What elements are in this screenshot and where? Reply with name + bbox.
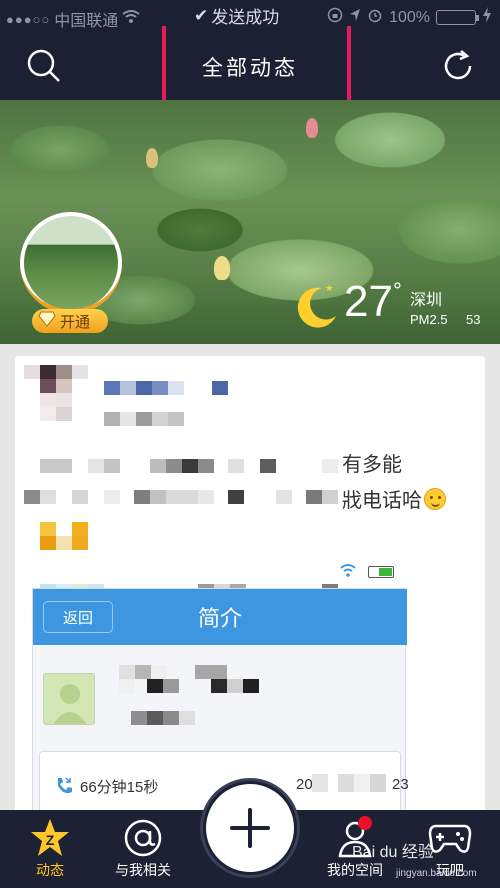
tab-me-related-label: 与我相关 <box>115 862 171 878</box>
battery-icon <box>436 10 479 25</box>
lotus-bud-image <box>214 256 230 280</box>
plus-icon <box>230 808 270 848</box>
call-date-start: 20 <box>296 776 313 793</box>
lotus-bud-image <box>146 148 158 168</box>
battery-icon <box>368 566 394 578</box>
annotation-highlight <box>162 26 351 108</box>
alarm-icon <box>367 7 383 28</box>
carrier-name: 中国联通 <box>54 13 119 30</box>
compose-post-button[interactable] <box>200 778 300 878</box>
watermark-logo: Bai du 经验 <box>352 844 434 861</box>
at-icon <box>123 818 163 858</box>
post-text-line-1: 有多能 <box>342 454 402 476</box>
gamepad-icon <box>428 818 472 858</box>
mosaic-date <box>354 774 370 792</box>
tab-my-space-label: 我的空间 <box>327 862 383 878</box>
location-icon <box>349 8 361 27</box>
weather-city: 深圳 <box>410 292 443 309</box>
notification-dot <box>358 816 372 830</box>
check-icon: ✔ <box>194 5 209 25</box>
qzone-star-icon: Z <box>29 818 71 858</box>
lock-rotation-icon <box>327 7 343 28</box>
status-right-group: 100% <box>327 7 492 28</box>
pm-value: 53 <box>466 312 481 327</box>
diamond-icon <box>38 311 56 331</box>
call-date-end: 23 <box>392 776 409 793</box>
charging-icon <box>482 7 492 28</box>
svg-text:Z: Z <box>46 832 55 848</box>
mosaic-date <box>312 774 328 792</box>
carrier-group: ●●●○○ 中国联通 <box>6 7 140 31</box>
tab-feed[interactable]: Z 动态 <box>0 810 100 888</box>
mosaic-date <box>370 774 386 792</box>
embedded-avatar <box>43 673 95 725</box>
call-duration: 66分钟15秒 <box>80 779 159 796</box>
wifi-icon <box>122 9 140 29</box>
lotus-bud-image <box>306 118 318 138</box>
qzone-feed-screen: ●●●○○ 中国联通 ✔ 发送成功 100% 全部动态 开通 27° 深圳 PM… <box>0 0 500 888</box>
avatar-vip-ring <box>20 212 122 314</box>
weather-widget: 27° 深圳 PM2.5 53 <box>292 277 492 333</box>
tab-feed-label: 动态 <box>36 862 64 878</box>
refresh-icon <box>444 50 472 80</box>
temperature: 27° <box>344 277 402 326</box>
smiley-icon <box>424 487 446 510</box>
battery-percent: 100% <box>389 8 430 26</box>
moon-star-icon <box>292 282 340 333</box>
vip-open-button[interactable]: 开通 <box>32 309 108 333</box>
watermark-url: jingyan.baidu.com <box>396 868 477 879</box>
pm-label: PM2.5 <box>410 312 448 327</box>
mosaic-date <box>338 774 354 792</box>
vip-open-label: 开通 <box>60 313 91 331</box>
phone-call-icon <box>54 776 74 801</box>
default-avatar-icon <box>53 684 87 724</box>
embedded-nav-bar: 返回 简介 <box>33 589 407 645</box>
nav-bar: 全部动态 <box>0 26 500 108</box>
toast-message: ✔ 发送成功 <box>194 3 279 28</box>
tab-me-related[interactable]: 与我相关 <box>93 810 193 888</box>
compose-post-circle <box>206 784 294 872</box>
post-text-line-2-text: 戕电话哈 <box>342 490 422 512</box>
post-text-line-2: 戕电话哈 <box>342 484 446 513</box>
refresh-button[interactable] <box>440 48 476 84</box>
toast-text: 发送成功 <box>211 8 280 27</box>
wifi-icon <box>340 564 356 583</box>
signal-dots-icon: ●●●○○ <box>6 11 51 27</box>
embedded-title: 简介 <box>197 606 242 631</box>
